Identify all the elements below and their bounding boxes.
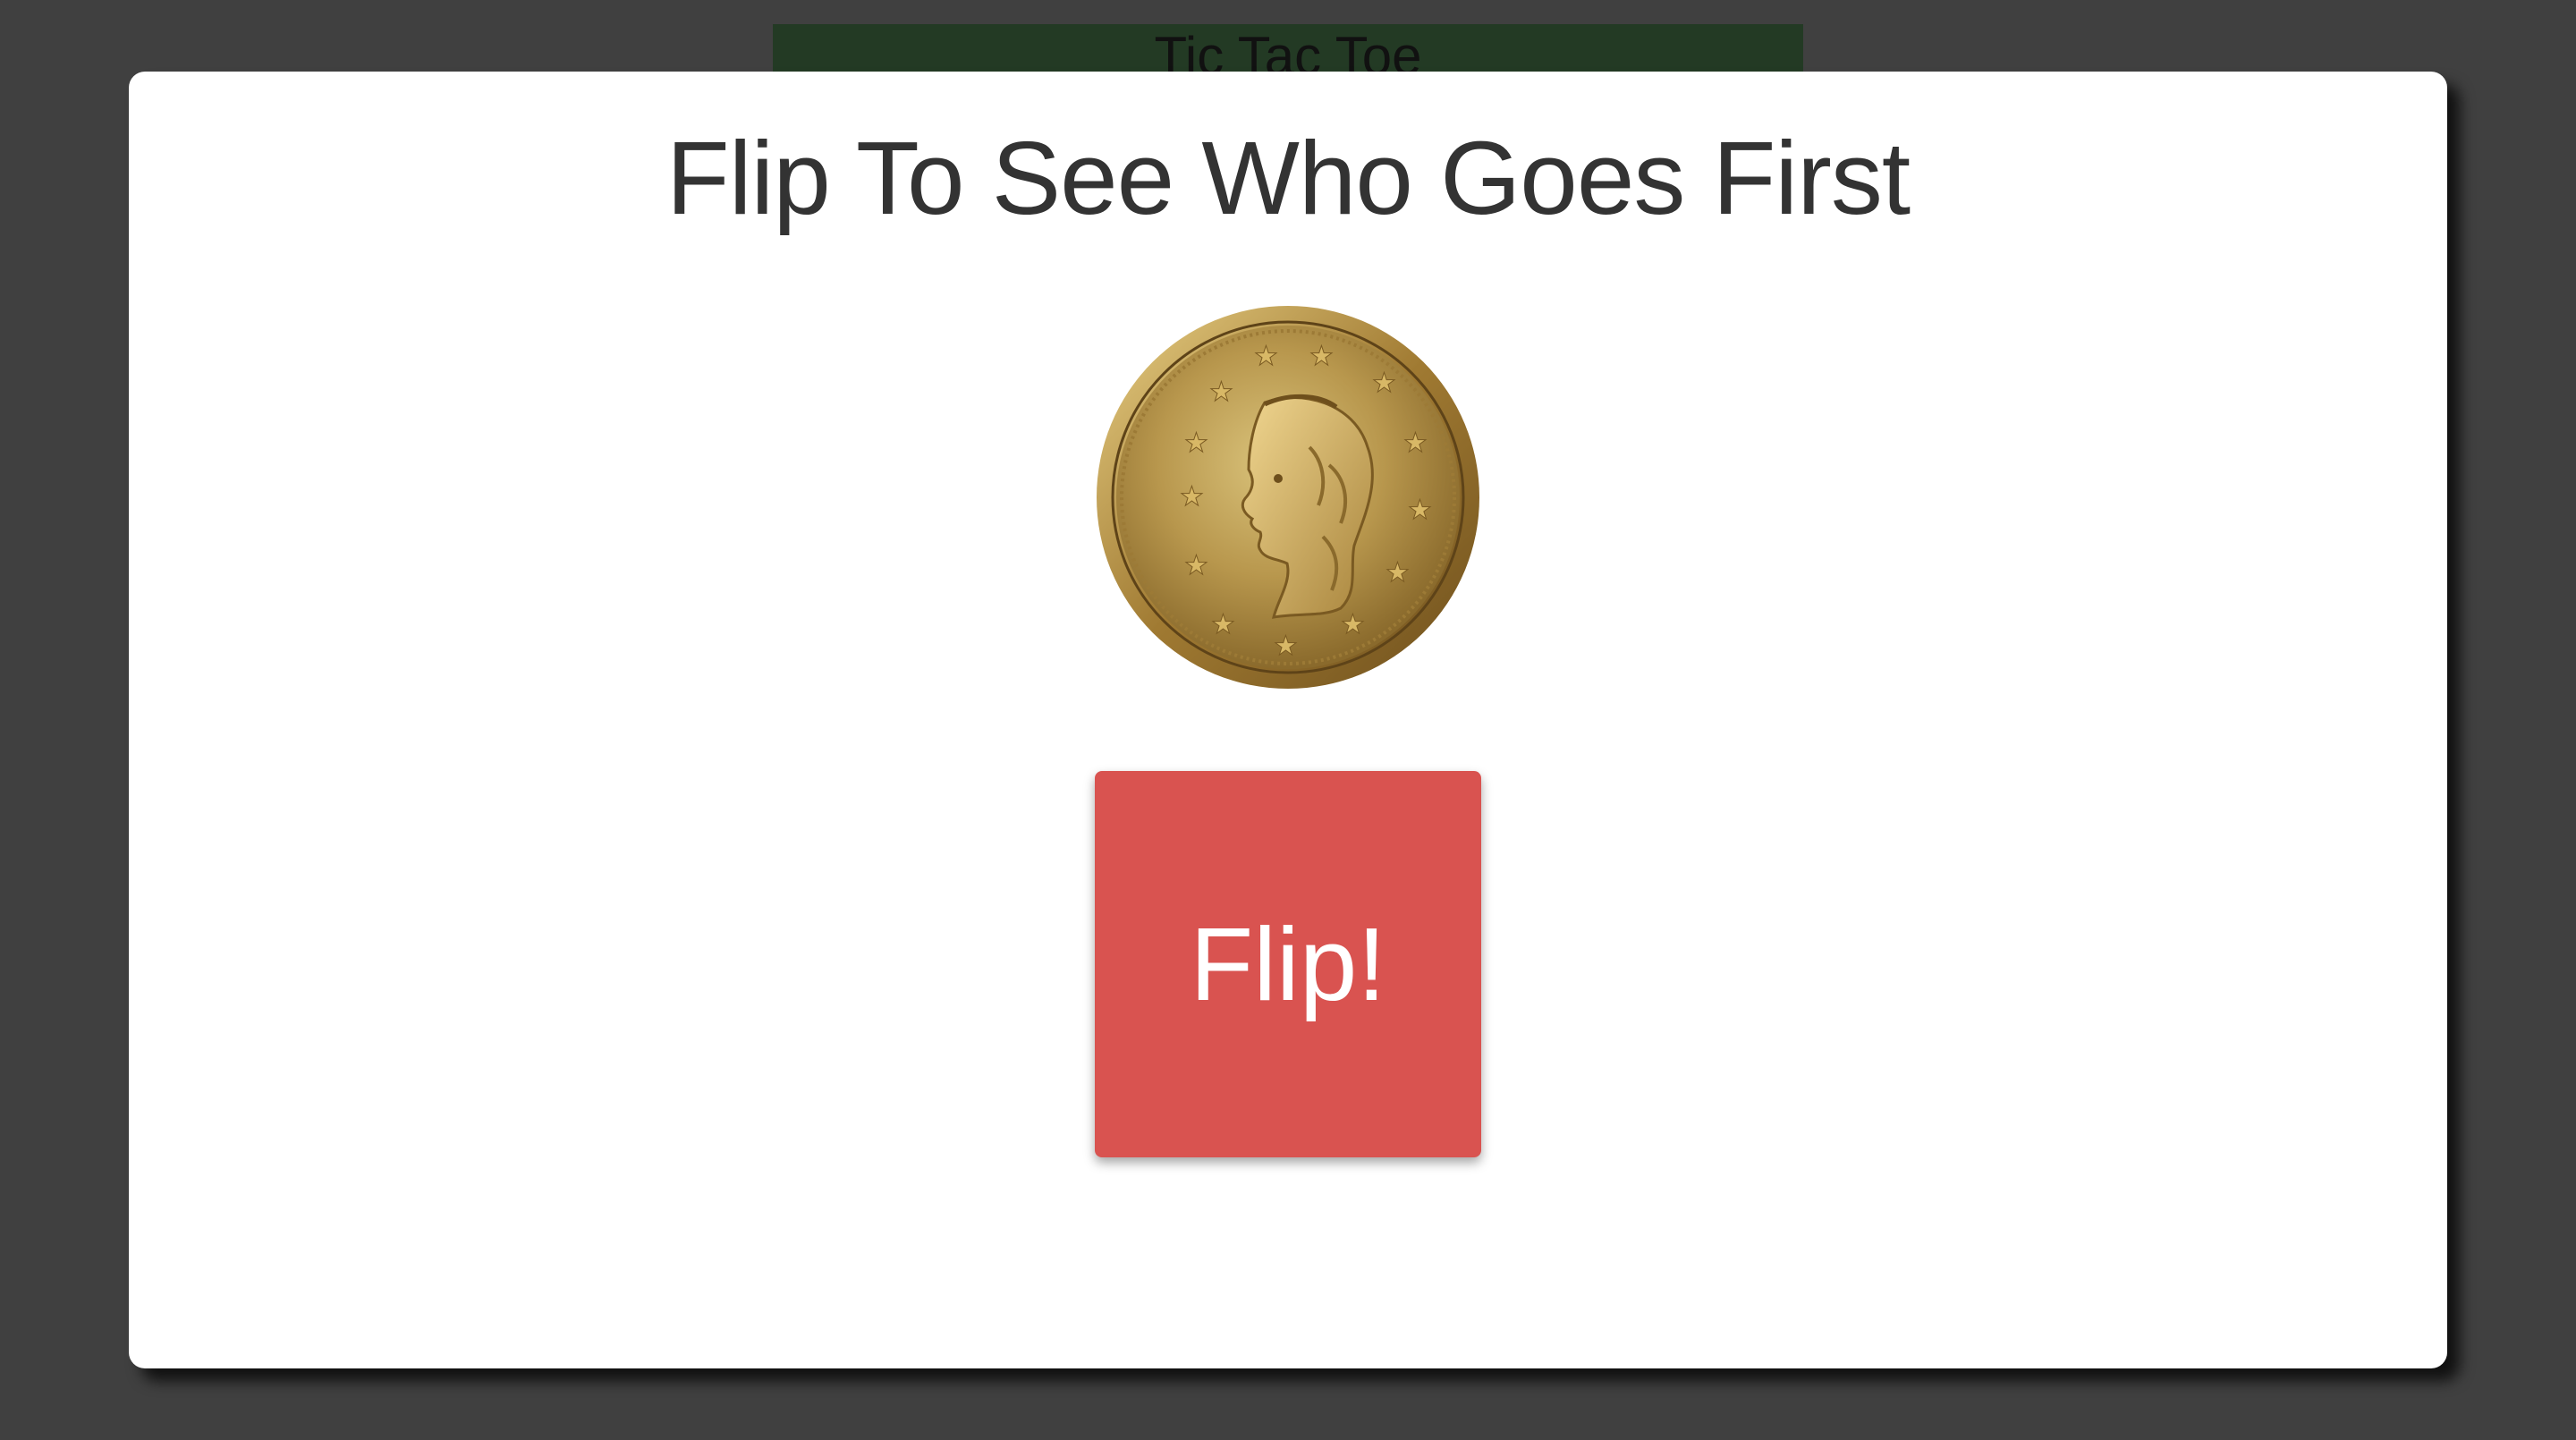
svg-text:★: ★ [1184, 550, 1208, 581]
svg-text:★: ★ [1180, 481, 1204, 512]
svg-text:★: ★ [1209, 377, 1233, 408]
dialog-title: Flip To See Who Goes First [665, 120, 1911, 236]
coin-flip-dialog: Flip To See Who Goes First ★ ★ ★ ★ ★ ★ ★… [129, 72, 2447, 1368]
svg-text:★: ★ [1385, 557, 1410, 589]
svg-text:★: ★ [1274, 631, 1298, 662]
svg-text:★: ★ [1408, 495, 1432, 526]
svg-text:★: ★ [1184, 428, 1208, 459]
svg-text:★: ★ [1403, 428, 1428, 459]
svg-text:★: ★ [1211, 609, 1235, 640]
svg-text:★: ★ [1309, 341, 1334, 372]
gold-coin-icon: ★ ★ ★ ★ ★ ★ ★ ★ ★ ★ ★ ★ ★ [1095, 304, 1481, 690]
flip-button[interactable]: Flip! [1095, 771, 1481, 1157]
svg-text:★: ★ [1341, 609, 1365, 640]
svg-text:★: ★ [1254, 341, 1278, 372]
svg-text:★: ★ [1372, 368, 1396, 399]
